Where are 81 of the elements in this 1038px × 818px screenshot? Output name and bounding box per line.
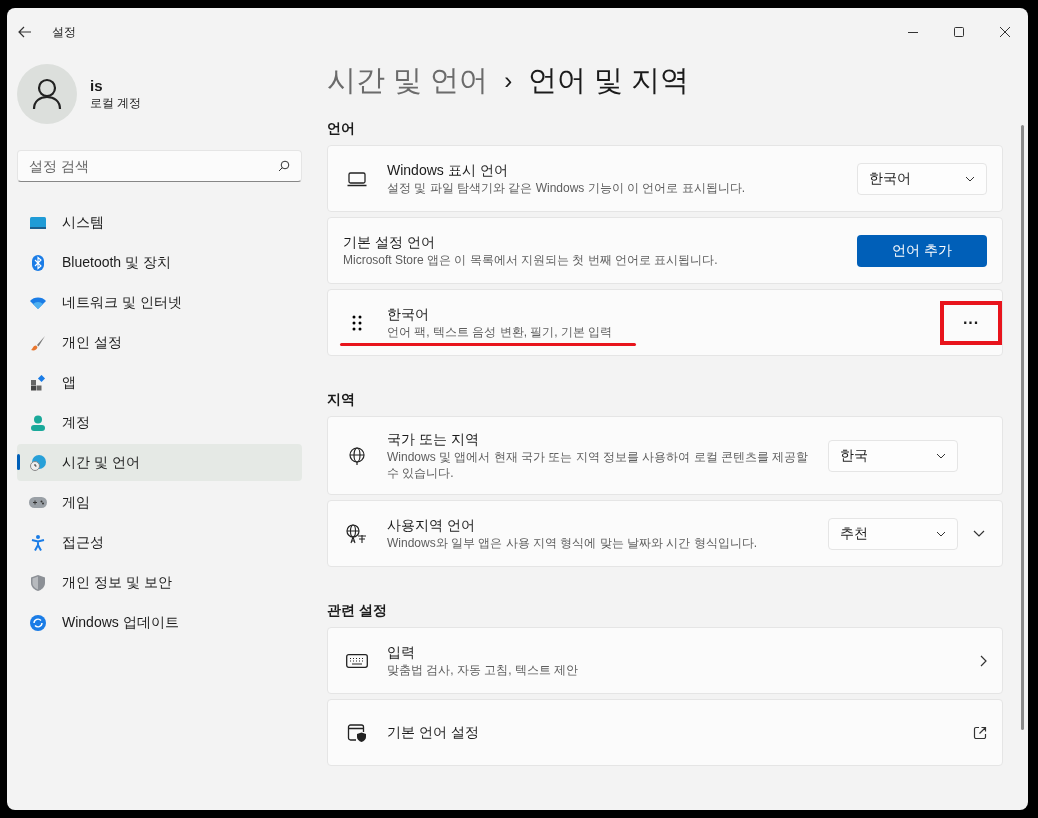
setting-title: 기본 설정 언어 — [343, 233, 436, 252]
nav-item[interactable]: 개인 정보 및 보안 — [17, 564, 302, 601]
globe-clock-icon — [30, 454, 46, 471]
nav-label: 앱 — [62, 373, 76, 392]
nav-label: Windows 업데이트 — [62, 613, 179, 632]
globe-icon — [348, 446, 366, 465]
person-icon — [31, 414, 45, 431]
wifi-icon — [30, 296, 46, 309]
close-icon — [1000, 27, 1010, 37]
nav-label: 접근성 — [62, 533, 104, 552]
setting-description: 설정 및 파일 탐색기와 같은 Windows 기능이 이 언어로 표시됩니다. — [387, 180, 747, 196]
setting-title: 국가 또는 지역 — [387, 430, 480, 449]
nav-label: 개인 정보 및 보안 — [62, 573, 172, 592]
nav-label: 게임 — [62, 493, 90, 512]
laptop-icon — [347, 170, 367, 187]
account-type: 로컬 계정 — [90, 95, 142, 111]
monitor-icon — [30, 216, 46, 229]
setting-title: 한국어 — [387, 305, 430, 324]
nav-item[interactable]: 시간 및 언어 — [17, 444, 302, 481]
setting-title: 입력 — [387, 643, 416, 662]
nav-item[interactable]: 계정 — [17, 404, 302, 441]
setting-description: 맞춤법 검사, 자동 고침, 텍스트 제안 — [387, 662, 580, 678]
setting-description: Microsoft Store 앱은 이 목록에서 지원되는 첫 번째 언어로 표시됩니다. — [343, 252, 719, 268]
setting-card[interactable]: 기본 언어 설정 — [327, 699, 1003, 766]
nav-item[interactable]: 시스템 — [17, 204, 302, 241]
back-button[interactable] — [17, 24, 33, 40]
nav-label: 시간 및 언어 — [62, 453, 140, 472]
account-name: is — [90, 77, 104, 95]
nav-item[interactable]: 개인 설정 — [17, 324, 302, 361]
setting-title: 사용지역 언어 — [387, 516, 476, 535]
more-button[interactable]: ··· — [951, 306, 991, 339]
search-field[interactable]: 설정 검색 — [17, 150, 302, 182]
scrollbar[interactable] — [1021, 125, 1024, 730]
accessibility-icon — [31, 534, 45, 551]
chevron-down-icon — [965, 175, 975, 182]
breadcrumb-parent[interactable]: 시간 및 언어 — [327, 59, 489, 103]
add-language-button[interactable]: 언어 추가 — [857, 234, 987, 267]
nav-item[interactable]: Bluetooth 및 장치 — [17, 244, 302, 281]
page-title: 언어 및 지역 — [528, 63, 690, 99]
globe-text-icon — [346, 523, 368, 544]
setting-description: Windows와 일부 앱은 사용 지역 형식에 맞는 날짜와 시간 형식입니다. — [387, 535, 759, 551]
dropdown[interactable]: 한국 — [828, 439, 958, 472]
nav-label: 계정 — [62, 413, 90, 432]
nav-label: 시스템 — [62, 213, 104, 232]
nav-label: 네트워크 및 인터넷 — [62, 293, 182, 312]
selection-indicator — [17, 454, 20, 470]
section-heading: 지역 — [327, 389, 356, 409]
nav-item[interactable]: 게임 — [17, 484, 302, 521]
keyboard-icon — [346, 653, 368, 668]
chevron-down-icon — [936, 530, 946, 537]
maximize-icon — [954, 27, 964, 37]
chevron-down-icon — [936, 452, 946, 459]
section-heading: 관련 설정 — [327, 600, 388, 620]
nav-item[interactable]: 앱 — [17, 364, 302, 401]
setting-title: 기본 언어 설정 — [387, 723, 480, 742]
dropdown[interactable]: 추천 — [828, 517, 958, 550]
nav-label: 개인 설정 — [62, 333, 122, 352]
search-icon — [278, 160, 290, 172]
chevron-right-icon — [980, 654, 987, 667]
gamepad-icon — [29, 496, 47, 509]
dropdown[interactable]: 한국어 — [857, 162, 987, 195]
apps-icon — [30, 374, 46, 391]
shield-icon — [31, 574, 45, 591]
window-shield-icon — [347, 722, 367, 743]
external-link-icon — [973, 725, 987, 740]
nav-label: Bluetooth 및 장치 — [62, 253, 171, 272]
setting-title: Windows 표시 언어 — [387, 161, 509, 180]
nav-item[interactable]: 접근성 — [17, 524, 302, 561]
setting-description: Windows 및 앱에서 현재 국가 또는 지역 정보를 사용하여 로컬 콘텐츠를 제공할 수 있습니다. — [387, 449, 810, 481]
setting-card[interactable]: 입력 맞춤법 검사, 자동 고침, 텍스트 제안 — [327, 627, 1003, 694]
drag-handle-icon — [352, 314, 362, 331]
refresh-icon — [30, 614, 46, 631]
setting-description: 언어 팩, 텍스트 음성 변환, 필기, 기본 입력 — [387, 324, 614, 340]
bluetooth-icon — [32, 254, 44, 271]
chevron-down-icon — [973, 530, 985, 537]
section-heading: 언어 — [327, 118, 356, 138]
minimize-icon — [908, 31, 918, 33]
nav-item[interactable]: 네트워크 및 인터넷 — [17, 284, 302, 321]
nav-item[interactable]: Windows 업데이트 — [17, 604, 302, 641]
breadcrumb-separator: › — [504, 66, 513, 96]
window-title: 설정 — [52, 24, 76, 41]
